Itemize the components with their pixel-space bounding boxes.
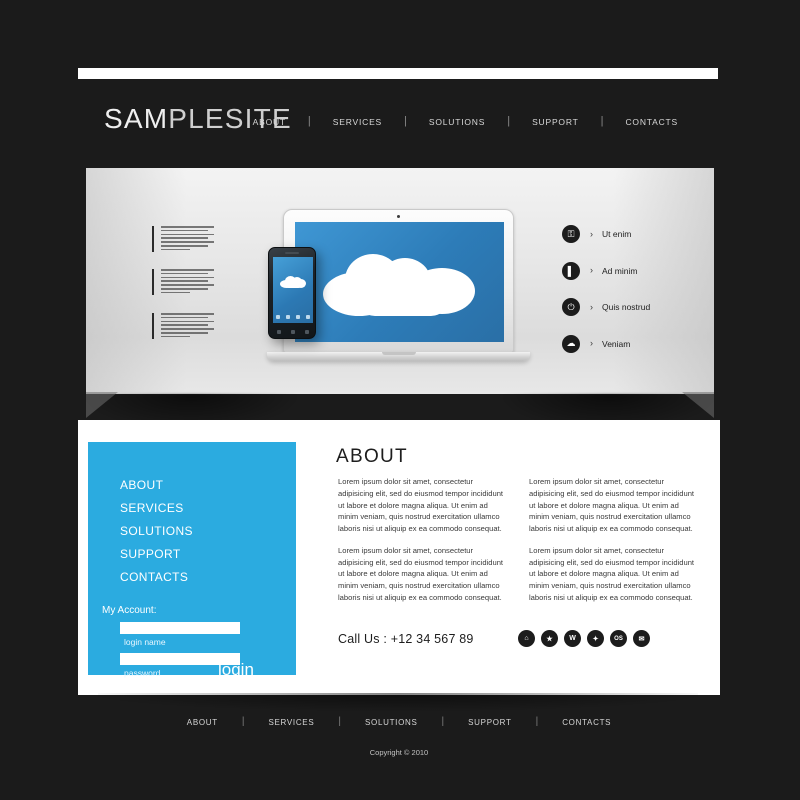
phone-button xyxy=(277,330,281,334)
hero-feature-label: Quis nostrud xyxy=(602,302,651,312)
nav-item-about[interactable]: ABOUT xyxy=(231,117,308,127)
site-header: SAMPLESITE ABOUT | SERVICES | SOLUTIONS | SUPP… xyxy=(78,95,720,157)
logo-primary: SAM xyxy=(104,103,169,134)
about-column: Lorem ipsum dolor sit amet, consectetur … xyxy=(338,476,507,614)
about-paragraph: Lorem ipsum dolor sit amet, consectetur … xyxy=(529,477,695,534)
lock-icon: ⚿ xyxy=(562,225,580,243)
sidebar-item-support[interactable]: SUPPORT xyxy=(120,547,193,562)
footer-item-solutions[interactable]: SOLUTIONS xyxy=(341,718,442,727)
laptop-notch xyxy=(381,352,416,355)
nav-item-contacts[interactable]: CONTACTS xyxy=(603,117,700,127)
nav-item-services[interactable]: SERVICES xyxy=(311,117,404,127)
chevron-right-icon: › xyxy=(590,301,593,312)
phone-hardware-buttons xyxy=(277,330,309,334)
sidebar-item-contacts[interactable]: CONTACTS xyxy=(120,570,193,585)
hero-note-block xyxy=(152,226,214,253)
blue-sidebar: ABOUT SERVICES SOLUTIONS SUPPORT CONTACTS My… xyxy=(88,442,296,679)
power-icon: ⏻ xyxy=(562,298,580,316)
about-paragraph: Lorem ipsum dolor sit amet, consectetur … xyxy=(529,545,695,602)
about-column: Lorem ipsum dolor sit amet, consectetur … xyxy=(529,476,698,614)
password-caption: password xyxy=(124,668,161,678)
about-text-columns: Lorem ipsum dolor sit amet, consectetur … xyxy=(338,476,698,614)
cloud-icon: ☁ xyxy=(562,334,580,353)
login-name-input[interactable] xyxy=(120,622,240,634)
copyright-text: Copyright © 2010 xyxy=(369,748,429,757)
laptop-camera-icon xyxy=(397,215,400,218)
laptop-lid xyxy=(283,209,514,353)
page-title: ABOUT xyxy=(336,446,408,467)
hero-feature-label: Veniam xyxy=(602,338,631,349)
hero-feature-item[interactable]: ⚿ › Ut enim xyxy=(562,225,650,243)
account-label: My Account: xyxy=(102,605,157,616)
phone-button xyxy=(291,330,295,334)
hero-feature-item[interactable]: ▌ › Ad minim xyxy=(562,261,650,280)
sidebar-item-about[interactable]: ABOUT xyxy=(120,478,193,493)
phone-screen xyxy=(273,257,313,323)
hero-note-block xyxy=(152,269,214,296)
laptop-screen xyxy=(295,222,504,342)
about-paragraph: Lorem ipsum dolor sit amet, consectetur … xyxy=(338,545,504,602)
phone-button xyxy=(305,330,309,334)
main-content-panel: ABOUT SERVICES SOLUTIONS SUPPORT CONTACTS My… xyxy=(78,420,720,695)
wordpress-icon[interactable]: W xyxy=(564,630,581,647)
social-icon-row[interactable]: ⌂ ★ W ✦ OS ✉ xyxy=(518,630,650,647)
hero-ribbon-fold-right xyxy=(682,392,714,418)
chevron-right-icon: › xyxy=(590,265,593,275)
phone-app-icon xyxy=(296,315,300,319)
os-icon[interactable]: OS xyxy=(610,630,627,647)
phone-speaker-icon xyxy=(285,252,299,254)
login-name-caption: login name xyxy=(124,637,166,647)
footer-navigation[interactable]: ABOUT | SERVICES | SOLUTIONS | SUPPORT | CONTACT… xyxy=(78,717,720,727)
sidebar-item-solutions[interactable]: SOLUTIONS xyxy=(120,524,193,539)
footer-item-about[interactable]: ABOUT xyxy=(163,718,242,727)
chevron-right-icon: › xyxy=(590,338,593,348)
phone-app-icon xyxy=(276,315,280,319)
hero-feature-item[interactable]: ☁ › Veniam xyxy=(562,334,650,353)
sidebar-item-services[interactable]: SERVICES xyxy=(120,501,193,516)
cloud-icon-large xyxy=(323,254,475,316)
hero-feature-label: Ad minim xyxy=(602,265,638,276)
call-us-text: Call Us : +12 34 567 89 xyxy=(338,632,474,646)
home-icon[interactable]: ⌂ xyxy=(518,630,535,647)
cloud-icon-small xyxy=(280,276,306,288)
footer-item-services[interactable]: SERVICES xyxy=(244,718,338,727)
smartphone-illustration xyxy=(268,247,316,339)
footer-item-support[interactable]: SUPPORT xyxy=(444,718,535,727)
phone-app-icons xyxy=(276,315,310,319)
chevron-right-icon: › xyxy=(590,228,593,239)
mail-icon[interactable]: ✉ xyxy=(633,630,650,647)
hero-feature-list[interactable]: ⚿ › Ut enim ▌ › Ad minim ⏻ › Quis nostrud ☁ › Venia… xyxy=(562,225,650,353)
nav-item-support[interactable]: SUPPORT xyxy=(510,117,601,127)
login-button[interactable]: login xyxy=(218,660,254,680)
sidebar-navigation[interactable]: ABOUT SERVICES SOLUTIONS SUPPORT CONTACTS xyxy=(120,478,193,585)
hero-ribbon-fold-left xyxy=(86,392,118,418)
primary-navigation[interactable]: ABOUT | SERVICES | SOLUTIONS | SUPPORT | CONTACT… xyxy=(231,116,700,127)
hero-feature-label: Ut enim xyxy=(602,229,632,239)
footer-item-contacts[interactable]: CONTACTS xyxy=(538,718,635,727)
nav-item-solutions[interactable]: SOLUTIONS xyxy=(407,117,507,127)
star-icon[interactable]: ★ xyxy=(541,630,558,647)
about-paragraph: Lorem ipsum dolor sit amet, consectetur … xyxy=(338,477,504,534)
phone-app-icon xyxy=(306,315,310,319)
book-icon: ▌ xyxy=(562,261,580,280)
hero-feature-item[interactable]: ⏻ › Quis nostrud xyxy=(562,298,650,316)
site-footer: ABOUT | SERVICES | SOLUTIONS | SUPPORT | CONTACT… xyxy=(78,705,720,775)
top-accent-bar xyxy=(78,68,718,79)
hero-note-block xyxy=(152,313,214,340)
compass-icon[interactable]: ✦ xyxy=(587,630,604,647)
phone-app-icon xyxy=(286,315,290,319)
laptop-illustration xyxy=(267,209,530,361)
